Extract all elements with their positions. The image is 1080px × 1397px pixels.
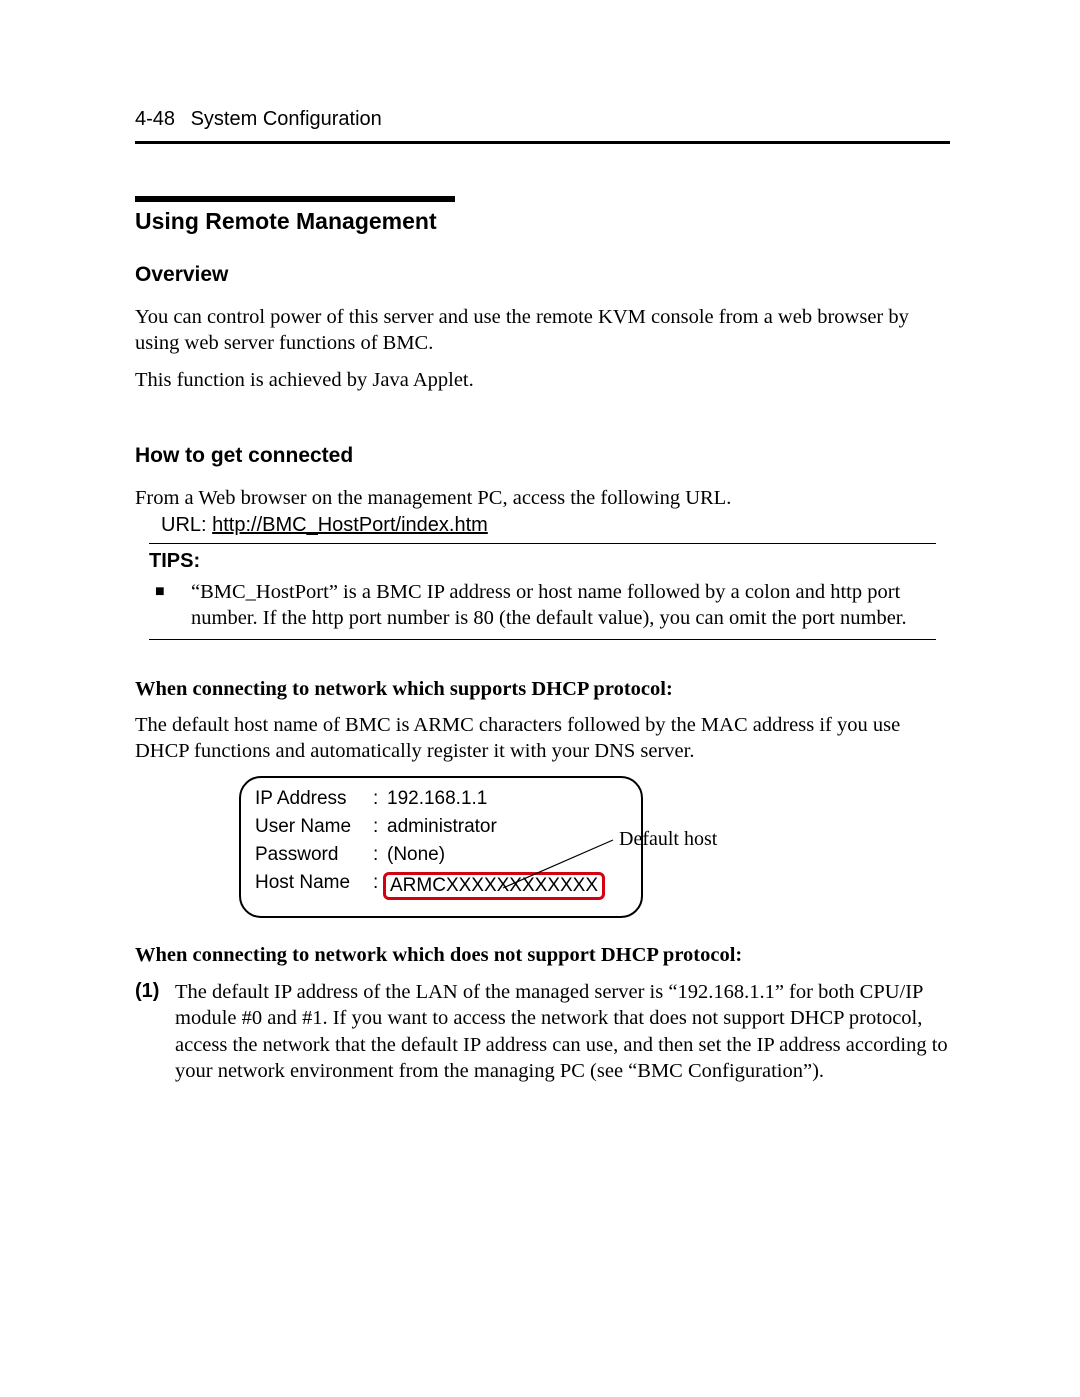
url-line: URL: http://BMC_HostPort/index.htm <box>135 514 950 537</box>
user-value: administrator <box>387 816 627 838</box>
dhcp-yes-heading: When connecting to network which support… <box>135 678 950 701</box>
callout-label: Default host <box>619 828 717 851</box>
dhcp-yes-p1: The default host name of BMC is ARMC cha… <box>135 713 950 764</box>
info-row-ip: IP Address : 192.168.1.1 <box>255 788 627 810</box>
connect-p1: From a Web browser on the management PC,… <box>135 486 950 512</box>
host-value: ARMCXXXXXXXXXXXX <box>383 872 605 900</box>
tips-item-1: ■ “BMC_HostPort” is a BMC IP address or … <box>149 579 936 631</box>
page-number: 4-48 <box>135 108 175 130</box>
dhcp-no-item-1: (1) The default IP address of the LAN of… <box>135 979 950 1084</box>
host-label: Host Name <box>255 872 373 900</box>
section-title: Using Remote Management <box>135 196 455 235</box>
url-label: URL: <box>161 514 212 536</box>
dhcp-no-p1: The default IP address of the LAN of the… <box>175 979 950 1084</box>
ip-label: IP Address <box>255 788 373 810</box>
overview-p2: This function is achieved by Java Applet… <box>135 368 950 394</box>
info-box: IP Address : 192.168.1.1 User Name : adm… <box>239 776 643 918</box>
page-header: 4-48 System Configuration <box>135 108 950 144</box>
info-row-host: Host Name : ARMCXXXXXXXXXXXX <box>255 872 627 900</box>
overview-p1: You can control power of this server and… <box>135 305 950 356</box>
user-label: User Name <box>255 816 373 838</box>
pass-value: (None) <box>387 844 627 866</box>
overview-heading: Overview <box>135 263 950 287</box>
list-number-1: (1) <box>135 979 175 1084</box>
tips-item-1-text: “BMC_HostPort” is a BMC IP address or ho… <box>191 579 936 631</box>
info-row-user: User Name : administrator <box>255 816 627 838</box>
connect-heading: How to get connected <box>135 444 950 468</box>
tips-block: TIPS: ■ “BMC_HostPort” is a BMC IP addre… <box>149 543 936 640</box>
pass-label: Password <box>255 844 373 866</box>
url-link[interactable]: http://BMC_HostPort/index.htm <box>212 514 488 536</box>
info-box-wrap: IP Address : 192.168.1.1 User Name : adm… <box>135 776 950 916</box>
dhcp-no-heading: When connecting to network which does no… <box>135 944 950 967</box>
ip-value: 192.168.1.1 <box>387 788 627 810</box>
page: 4-48 System Configuration Using Remote M… <box>0 0 1080 1397</box>
chapter-title: System Configuration <box>191 108 382 130</box>
bullet-icon: ■ <box>149 579 191 631</box>
info-row-pass: Password : (None) <box>255 844 627 866</box>
tips-label: TIPS: <box>149 550 936 573</box>
